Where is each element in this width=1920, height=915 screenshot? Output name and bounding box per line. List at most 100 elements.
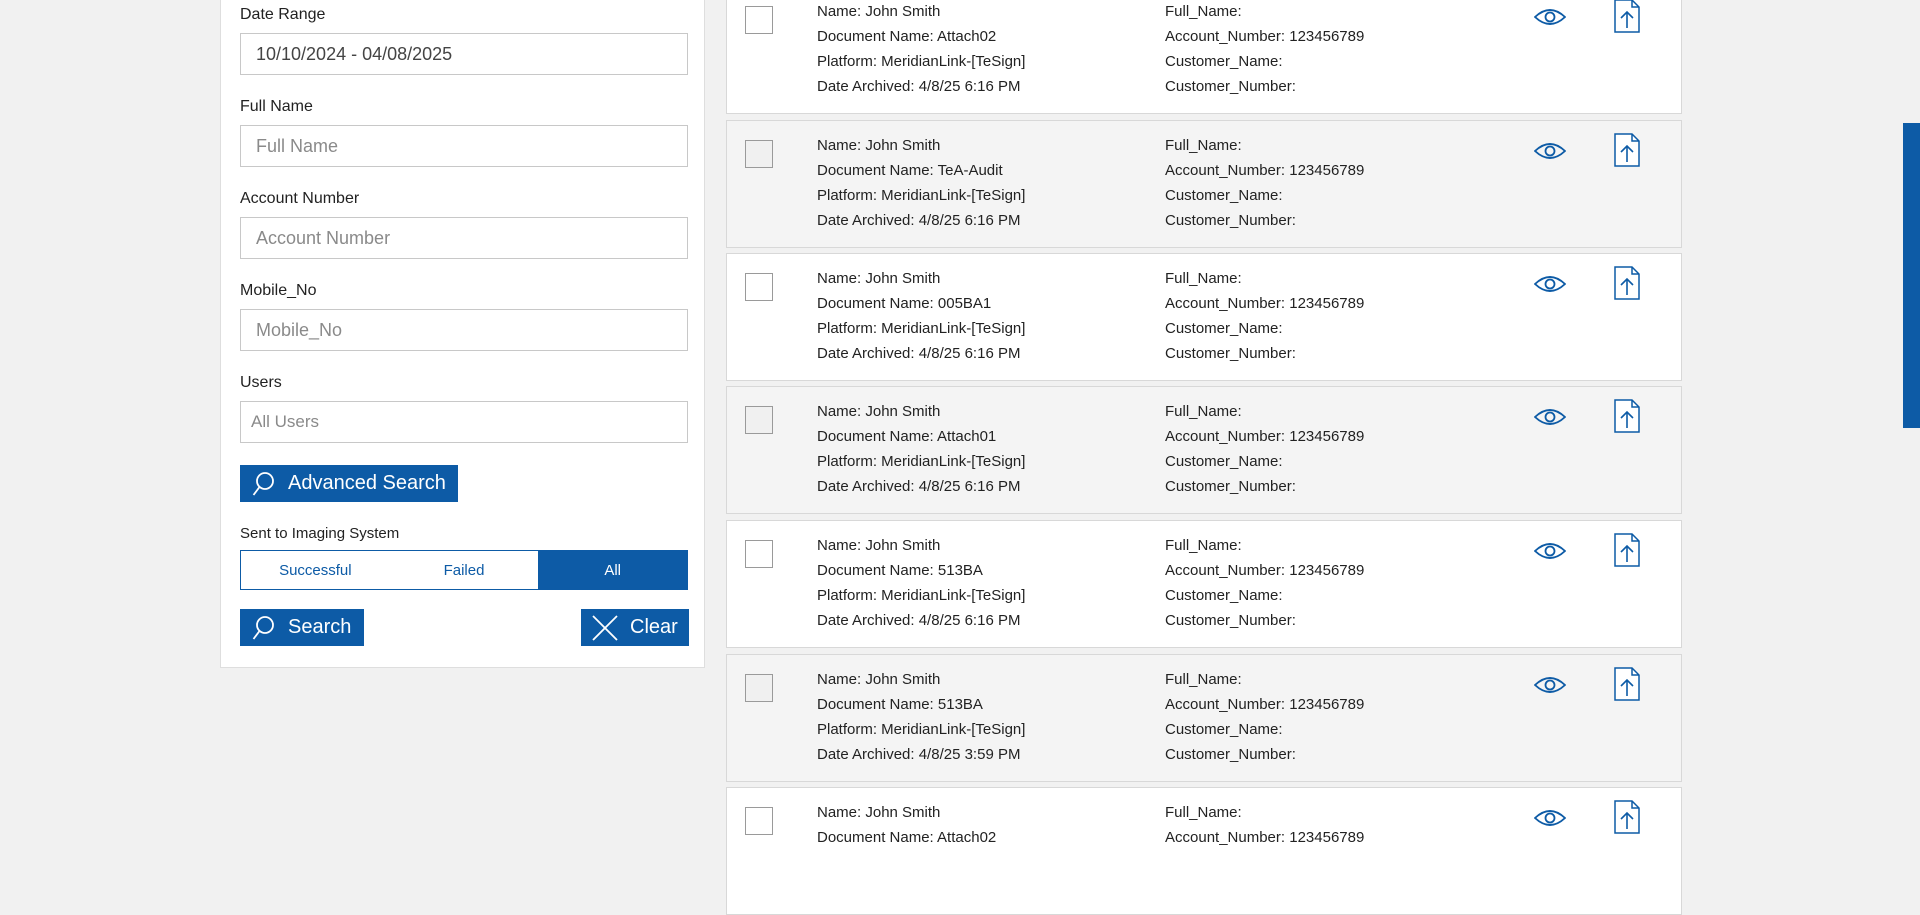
- search-button[interactable]: Search: [240, 609, 364, 646]
- account-number-text: Account_Number: 123456789: [1165, 295, 1365, 312]
- close-icon: [592, 614, 618, 641]
- row-checkbox[interactable]: [745, 273, 773, 301]
- eye-icon[interactable]: [1533, 274, 1567, 299]
- customer-number-text: Customer_Number:: [1165, 612, 1296, 629]
- customer-name-text: Customer_Name:: [1165, 587, 1283, 604]
- file-upload-icon[interactable]: [1614, 800, 1640, 839]
- document-name-text: Document Name: Attach02: [817, 28, 997, 45]
- date-archived-text: Date Archived: 4/8/25 6:16 PM: [817, 212, 1021, 229]
- file-upload-icon[interactable]: [1614, 399, 1640, 438]
- document-details: Name: John Smith Document Name: 005BA1 P…: [817, 266, 1025, 366]
- customer-name-text: Customer_Name:: [1165, 721, 1283, 738]
- row-checkbox[interactable]: [745, 674, 773, 702]
- customer-number-text: Customer_Number:: [1165, 345, 1296, 362]
- account-number-text: Account_Number: 123456789: [1165, 696, 1365, 713]
- status-option-failed[interactable]: Failed: [389, 551, 539, 589]
- result-card: Name: John Smith Document Name: TeA-Audi…: [726, 120, 1682, 248]
- users-select[interactable]: [240, 401, 688, 443]
- result-card: Name: John Smith Document Name: 513BA Pl…: [726, 520, 1682, 648]
- name-text: Name: John Smith: [817, 537, 941, 554]
- document-details: Name: John Smith Document Name: Attach02: [817, 800, 996, 850]
- full-name-text: Full_Name:: [1165, 537, 1242, 554]
- full-name-label: Full Name: [240, 98, 313, 115]
- clear-button[interactable]: Clear: [581, 609, 689, 646]
- platform-text: Platform: MeridianLink-[TeSign]: [817, 721, 1026, 738]
- account-number-input[interactable]: [240, 217, 688, 259]
- row-checkbox[interactable]: [745, 807, 773, 835]
- customer-name-text: Customer_Name:: [1165, 187, 1283, 204]
- customer-number-text: Customer_Number:: [1165, 478, 1296, 495]
- result-card: Name: John Smith Document Name: Attach02…: [726, 787, 1682, 915]
- customer-details: Full_Name: Account_Number: 123456789 Cus…: [1165, 0, 1364, 99]
- customer-details: Full_Name: Account_Number: 123456789 Cus…: [1165, 399, 1364, 499]
- document-name-text: Document Name: TeA-Audit: [817, 162, 1003, 179]
- document-details: Name: John Smith Document Name: Attach01…: [817, 399, 1025, 499]
- document-details: Name: John Smith Document Name: 513BA Pl…: [817, 533, 1025, 633]
- file-upload-icon[interactable]: [1614, 667, 1640, 706]
- full-name-text: Full_Name:: [1165, 3, 1242, 20]
- mobile-no-label: Mobile_No: [240, 282, 317, 299]
- imaging-status-toggle: Successful Failed All: [240, 550, 688, 590]
- eye-icon[interactable]: [1533, 7, 1567, 32]
- date-archived-text: Date Archived: 4/8/25 6:16 PM: [817, 612, 1021, 629]
- customer-number-text: Customer_Number:: [1165, 212, 1296, 229]
- document-name-text: Document Name: Attach01: [817, 428, 997, 445]
- result-card: Name: John Smith Document Name: 513BA Pl…: [726, 654, 1682, 782]
- platform-text: Platform: MeridianLink-[TeSign]: [817, 53, 1026, 70]
- mobile-no-input[interactable]: [240, 309, 688, 351]
- result-card: Name: John Smith Document Name: Attach02…: [726, 0, 1682, 114]
- platform-text: Platform: MeridianLink-[TeSign]: [817, 453, 1026, 470]
- account-number-text: Account_Number: 123456789: [1165, 28, 1365, 45]
- customer-name-text: Customer_Name:: [1165, 53, 1283, 70]
- row-checkbox[interactable]: [745, 540, 773, 568]
- users-label: Users: [240, 374, 282, 391]
- full-name-text: Full_Name:: [1165, 804, 1242, 821]
- account-number-text: Account_Number: 123456789: [1165, 829, 1365, 846]
- customer-number-text: Customer_Number:: [1165, 78, 1296, 95]
- name-text: Name: John Smith: [817, 671, 941, 688]
- customer-name-text: Customer_Name:: [1165, 320, 1283, 337]
- full-name-input[interactable]: [240, 125, 688, 167]
- advanced-search-button[interactable]: Advanced Search: [240, 465, 458, 502]
- account-number-label: Account Number: [240, 190, 360, 207]
- result-card: Name: John Smith Document Name: Attach01…: [726, 386, 1682, 514]
- file-upload-icon[interactable]: [1614, 0, 1640, 38]
- file-upload-icon[interactable]: [1614, 266, 1640, 305]
- row-checkbox[interactable]: [745, 140, 773, 168]
- name-text: Name: John Smith: [817, 137, 941, 154]
- name-text: Name: John Smith: [817, 804, 941, 821]
- eye-icon[interactable]: [1533, 675, 1567, 700]
- file-upload-icon[interactable]: [1614, 133, 1640, 172]
- eye-icon[interactable]: [1533, 541, 1567, 566]
- document-name-text: Document Name: 005BA1: [817, 295, 992, 312]
- date-range-input[interactable]: [240, 33, 688, 75]
- row-checkbox[interactable]: [745, 406, 773, 434]
- full-name-text: Full_Name:: [1165, 137, 1242, 154]
- platform-text: Platform: MeridianLink-[TeSign]: [817, 320, 1026, 337]
- name-text: Name: John Smith: [817, 3, 941, 20]
- date-archived-text: Date Archived: 4/8/25 6:16 PM: [817, 478, 1021, 495]
- customer-details: Full_Name: Account_Number: 123456789 Cus…: [1165, 667, 1364, 767]
- customer-details: Full_Name: Account_Number: 123456789 Cus…: [1165, 133, 1364, 233]
- status-option-all[interactable]: All: [538, 551, 688, 589]
- row-checkbox[interactable]: [745, 6, 773, 34]
- sent-to-imaging-label: Sent to Imaging System: [240, 525, 400, 542]
- search-icon: [252, 471, 276, 497]
- customer-name-text: Customer_Name:: [1165, 453, 1283, 470]
- account-number-text: Account_Number: 123456789: [1165, 562, 1365, 579]
- advanced-search-label: Advanced Search: [288, 472, 446, 494]
- eye-icon[interactable]: [1533, 141, 1567, 166]
- eye-icon[interactable]: [1533, 808, 1567, 833]
- eye-icon[interactable]: [1533, 407, 1567, 432]
- document-details: Name: John Smith Document Name: 513BA Pl…: [817, 667, 1025, 767]
- customer-details: Full_Name: Account_Number: 123456789 Cus…: [1165, 266, 1364, 366]
- customer-details: Full_Name: Account_Number: 123456789 Cus…: [1165, 533, 1364, 633]
- customer-number-text: Customer_Number:: [1165, 746, 1296, 763]
- customer-details: Full_Name: Account_Number: 123456789: [1165, 800, 1364, 850]
- search-icon: [252, 615, 276, 641]
- full-name-text: Full_Name:: [1165, 671, 1242, 688]
- status-option-successful[interactable]: Successful: [241, 551, 390, 589]
- scrollbar-thumb[interactable]: [1903, 123, 1920, 428]
- file-upload-icon[interactable]: [1614, 533, 1640, 572]
- name-text: Name: John Smith: [817, 403, 941, 420]
